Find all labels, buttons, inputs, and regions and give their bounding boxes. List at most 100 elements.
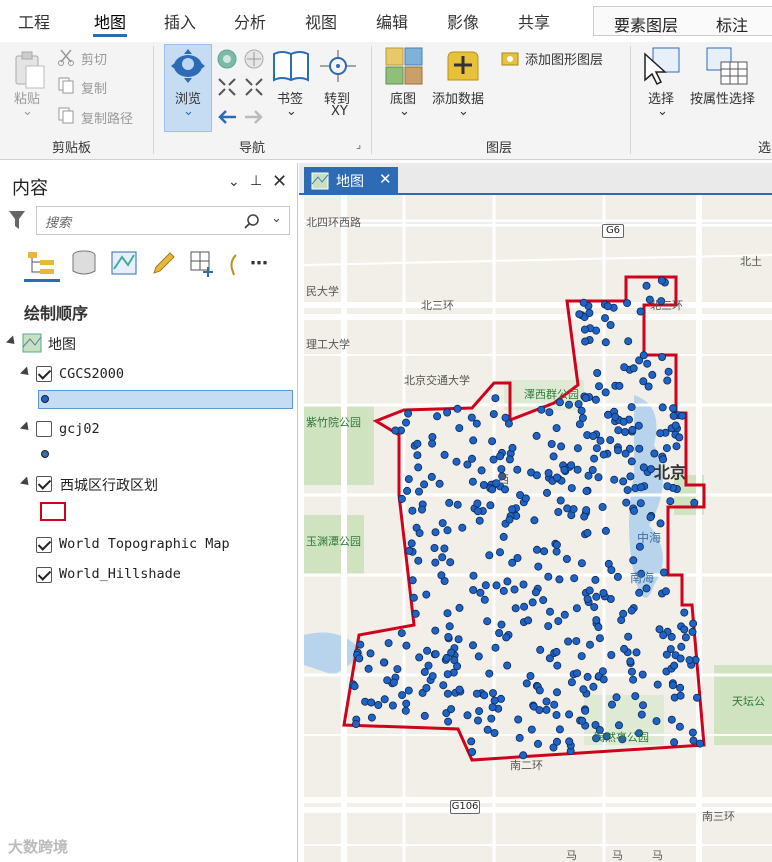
list-by-selection-icon[interactable] [110, 249, 138, 277]
poi-point [488, 689, 497, 698]
poi-point [537, 405, 546, 414]
poi-point [495, 548, 504, 557]
layer-visibility-checkbox[interactable] [36, 366, 52, 382]
poi-point [437, 571, 446, 580]
fixed-zoom-icon[interactable] [243, 48, 265, 70]
layer-visibility-checkbox[interactable] [36, 537, 52, 553]
tab-map[interactable]: 地图 [94, 9, 126, 33]
copy-button[interactable]: 复制 [81, 78, 107, 97]
add-graphics-layer-button[interactable]: 添加图形图层 [525, 49, 603, 68]
poi-point [552, 547, 561, 556]
pin-icon[interactable]: ⊥ [250, 173, 262, 189]
toc-layer-world-topographic[interactable]: World Topographic Map [59, 536, 230, 552]
list-by-snapping-icon[interactable] [188, 249, 218, 277]
poi-point [350, 682, 359, 691]
layer-group-label: 图层 [486, 141, 513, 156]
tab-feature-layer[interactable]: 要素图层 [614, 12, 678, 36]
filter-icon[interactable] [8, 209, 26, 231]
add-data-dropdown-icon[interactable]: ⌄ [458, 104, 469, 119]
list-by-labeling-icon[interactable] [228, 251, 238, 277]
poi-point [584, 471, 593, 480]
explore-dropdown-icon[interactable]: ⌄ [183, 104, 194, 119]
tab-edit[interactable]: 编辑 [376, 9, 408, 33]
poi-point [367, 698, 376, 707]
poi-point [469, 571, 478, 580]
poi-point [643, 359, 652, 368]
poi-point [663, 482, 672, 491]
poi-point [455, 603, 464, 612]
poi-point [528, 598, 537, 607]
toc-layer-gcj02[interactable]: gcj02 [59, 421, 100, 437]
tab-view[interactable]: 视图 [305, 9, 337, 33]
poi-point [670, 661, 679, 670]
poi-point [475, 516, 484, 525]
paste-dropdown-icon[interactable]: ⌄ [22, 104, 33, 119]
close-map-tab-icon[interactable]: ✕ [379, 170, 392, 188]
poi-point [624, 632, 633, 641]
tab-labeling[interactable]: 标注 [716, 12, 748, 36]
selected-symbol-row[interactable] [38, 390, 293, 409]
select-dropdown-icon[interactable]: ⌄ [657, 104, 668, 119]
toc-layer-world-hillshade[interactable]: World_Hillshade [59, 566, 181, 582]
list-by-drawing-order-icon[interactable] [26, 250, 58, 276]
map-view[interactable]: G6 G106 北四环西路 北土 民大学 北三环 北三环 理工大学 北京交通大学… [304, 195, 772, 862]
expand-layer-icon[interactable] [19, 421, 33, 434]
full-extent-icon[interactable] [216, 48, 238, 70]
tab-analysis[interactable]: 分析 [234, 9, 266, 33]
search-icon[interactable] [244, 213, 260, 229]
poi-point [637, 710, 646, 719]
map-view-tab[interactable]: 地图 ✕ [304, 167, 398, 195]
tab-imagery[interactable]: 影像 [447, 9, 479, 33]
poi-point [579, 298, 588, 307]
basemap-dropdown-icon[interactable]: ⌄ [399, 104, 410, 119]
copy-path-button[interactable]: 复制路径 [81, 108, 133, 127]
poi-point [627, 457, 636, 466]
expand-layer-icon[interactable] [19, 366, 33, 379]
toc-layer-cgcs2000[interactable]: CGCS2000 [59, 366, 124, 382]
layer-visibility-checkbox[interactable] [36, 421, 52, 437]
expand-map-icon[interactable] [5, 335, 19, 348]
poi-point [439, 681, 448, 690]
road-label: 北三环 [650, 299, 683, 312]
toc-layer-xicheng-boundary[interactable]: 西城区行政区划 [60, 475, 158, 495]
poi-point [603, 302, 612, 311]
search-dropdown-icon[interactable]: ⌄ [271, 211, 282, 226]
poi-point [536, 645, 545, 654]
ribbon-tabbar: 工程 地图 插入 分析 视图 编辑 影像 共享 要素图层 标注 [0, 0, 772, 42]
poi-point [601, 526, 610, 535]
toc-map[interactable]: 地图 [48, 334, 76, 354]
layer-visibility-checkbox[interactable] [36, 567, 52, 583]
tab-project[interactable]: 工程 [18, 9, 50, 33]
pane-options-icon[interactable]: ⌄ [228, 174, 240, 190]
poi-point [563, 504, 572, 513]
bookmarks-dropdown-icon[interactable]: ⌄ [286, 104, 297, 119]
poi-point [409, 593, 418, 602]
search-input[interactable]: 搜索 ⌄ [36, 206, 290, 235]
dialog-launcher-icon[interactable]: ⌟ [356, 138, 361, 151]
poi-point [488, 437, 497, 446]
list-by-editing-icon[interactable] [150, 249, 178, 277]
layer-visibility-checkbox[interactable] [36, 476, 52, 492]
road-label: 马 [652, 849, 663, 862]
add-data-icon [447, 51, 479, 81]
tab-share[interactable]: 共享 [518, 9, 550, 33]
poi-point [555, 725, 564, 734]
next-extent-icon[interactable] [243, 106, 265, 128]
cut-button[interactable]: 剪切 [81, 49, 107, 68]
close-pane-icon[interactable]: ✕ [272, 171, 287, 192]
poi-point [582, 506, 591, 515]
poi-point [629, 556, 638, 565]
zoom-out-fixed-icon[interactable] [243, 76, 265, 98]
highway-shield-g6: G6 [602, 224, 624, 238]
list-by-source-icon[interactable] [70, 249, 98, 277]
poi-point [404, 475, 413, 484]
previous-extent-icon[interactable] [216, 106, 238, 128]
zoom-in-fixed-icon[interactable] [216, 76, 238, 98]
poi-point [519, 580, 528, 589]
more-options-icon[interactable]: ⋯ [250, 253, 268, 274]
poi-point [624, 337, 633, 346]
select-by-attributes-button[interactable]: 按属性选择 [690, 88, 755, 107]
expand-layer-icon[interactable] [19, 476, 33, 489]
poi-point [397, 629, 406, 638]
tab-insert[interactable]: 插入 [164, 9, 196, 33]
